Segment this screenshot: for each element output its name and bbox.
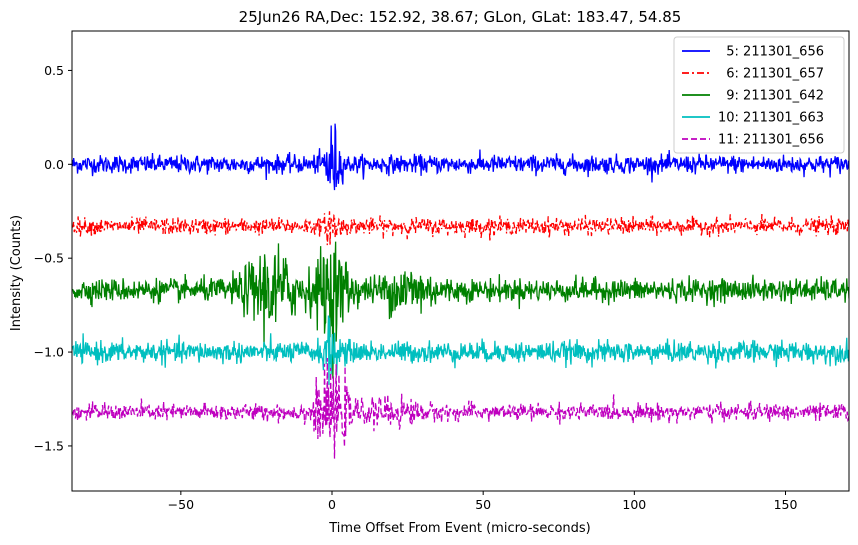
series-line-1 <box>72 211 849 246</box>
legend-label: 10: 211301_663 <box>718 111 824 126</box>
y-tick-label: −0.5 <box>34 251 64 266</box>
x-tick-label: 0 <box>328 497 336 512</box>
y-axis: 0.5 0.0 −0.5 −1.0 −1.5 <box>34 63 72 453</box>
x-tick-label: 100 <box>622 497 646 512</box>
series-line-4 <box>72 358 849 459</box>
chart-title: 25Jun26 RA,Dec: 152.92, 38.67; GLon, GLa… <box>239 8 682 26</box>
legend-label: 6: 211301_657 <box>718 67 824 82</box>
y-tick-label: −1.0 <box>34 345 64 360</box>
plot-area <box>72 123 849 459</box>
legend-label: 9: 211301_642 <box>718 89 824 104</box>
series-line-3 <box>72 315 849 385</box>
x-tick-label: 150 <box>774 497 798 512</box>
y-tick-label: 0.0 <box>44 157 64 172</box>
legend-label: 11: 211301_656 <box>718 133 824 148</box>
x-tick-label: 50 <box>475 497 491 512</box>
x-tick-label: −50 <box>168 497 194 512</box>
x-axis-label: Time Offset From Event (micro-seconds) <box>328 521 591 536</box>
y-axis-label: Intensity (Counts) <box>9 215 24 331</box>
legend: 5: 211301_656 6: 211301_657 9: 211301_64… <box>673 36 845 154</box>
legend-label: 5: 211301_656 <box>718 45 824 60</box>
chart: 25Jun26 RA,Dec: 152.92, 38.67; GLon, GLa… <box>9 8 850 536</box>
y-tick-label: −1.5 <box>34 438 64 453</box>
x-axis: −50 0 50 100 150 <box>168 491 798 512</box>
y-tick-label: 0.5 <box>44 63 64 78</box>
